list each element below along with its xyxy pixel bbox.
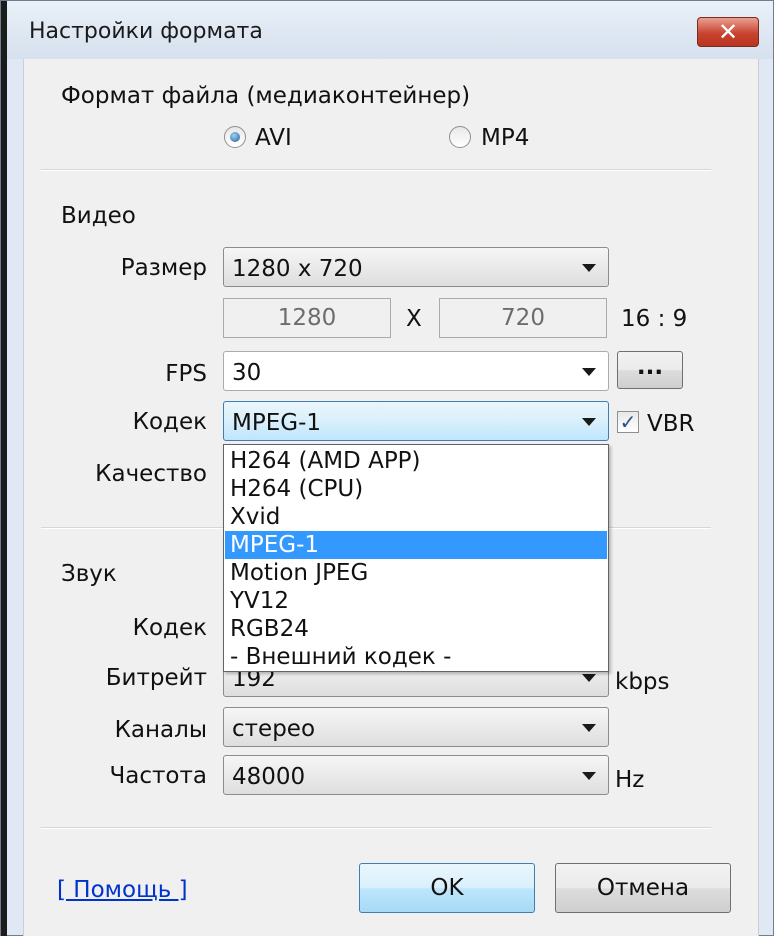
separator [41,827,711,829]
vbr-checkbox[interactable]: ✓ [617,411,639,433]
help-link[interactable]: [ Помощь ] [57,877,188,903]
video-width-input[interactable]: 1280 [223,298,391,338]
close-button[interactable]: ✕ [697,17,759,47]
aspect-ratio-label: 16 : 9 [621,306,688,332]
chevron-down-icon [582,772,596,780]
radio-mp4[interactable] [449,126,471,148]
fps-select[interactable]: 30 [223,351,609,391]
fps-more-button[interactable]: ... [617,351,683,389]
format-label: Формат файла (медиаконтейнер) [61,83,471,109]
sample-rate-value: 48000 [232,764,306,790]
chevron-down-icon [582,418,596,426]
codec-option-yv12[interactable]: YV12 [225,587,607,615]
size-x-label: X [406,306,422,332]
cancel-button[interactable]: Отмена [555,863,731,913]
vbr-label[interactable]: VBR [647,411,695,437]
chevron-down-icon [582,724,596,732]
video-size-select[interactable]: 1280 x 720 [223,247,609,287]
radio-avi-label[interactable]: AVI [255,125,292,151]
codec-option-h264-cpu[interactable]: H264 (CPU) [225,475,607,503]
quality-label: Качество [95,461,207,487]
chevron-down-icon [582,674,596,682]
video-codec-label: Кодек [132,409,207,435]
dialog-title: Настройки формата [29,19,263,44]
format-settings-dialog: Настройки формата ✕ Формат файла (медиак… [0,0,774,936]
video-codec-select[interactable]: MPEG-1 [223,401,609,441]
sample-rate-label: Частота [109,763,207,789]
ok-button[interactable]: OK [359,863,535,913]
checkmark-icon: ✓ [619,410,637,434]
fps-value: 30 [232,360,262,386]
chevron-down-icon [582,368,596,376]
background-window-edge [1,1,7,936]
video-height-input[interactable]: 720 [439,298,607,338]
radio-avi[interactable] [224,126,246,148]
radio-mp4-label[interactable]: MP4 [481,125,529,151]
bitrate-unit: kbps [615,669,670,695]
title-bar[interactable]: Настройки формата ✕ [7,1,773,59]
channels-select[interactable]: стерео [223,707,609,747]
audio-codec-label: Кодек [132,615,207,641]
codec-option-rgb24[interactable]: RGB24 [225,615,607,643]
codec-option-external[interactable]: - Внешний кодек - [225,643,607,671]
video-codec-value: MPEG-1 [232,410,322,436]
video-codec-dropdown-list: H264 (AMD APP) H264 (CPU) Xvid MPEG-1 Mo… [223,444,609,672]
bitrate-label: Битрейт [105,665,207,691]
chevron-down-icon [582,264,596,272]
audio-section-label: Звук [61,561,117,587]
fps-label: FPS [165,361,207,387]
close-icon: ✕ [717,18,739,46]
video-size-label: Размер [120,255,207,281]
video-size-value: 1280 x 720 [232,256,363,282]
codec-option-h264-amd[interactable]: H264 (AMD APP) [225,447,607,475]
codec-option-motion-jpeg[interactable]: Motion JPEG [225,559,607,587]
channels-label: Каналы [114,717,207,743]
channels-value: стерео [232,716,316,742]
codec-option-mpeg1[interactable]: MPEG-1 [225,531,607,559]
sample-rate-select[interactable]: 48000 [223,755,609,795]
codec-option-xvid[interactable]: Xvid [225,503,607,531]
video-section-label: Видео [61,203,136,229]
sample-rate-unit: Hz [615,767,645,793]
separator [41,169,711,171]
